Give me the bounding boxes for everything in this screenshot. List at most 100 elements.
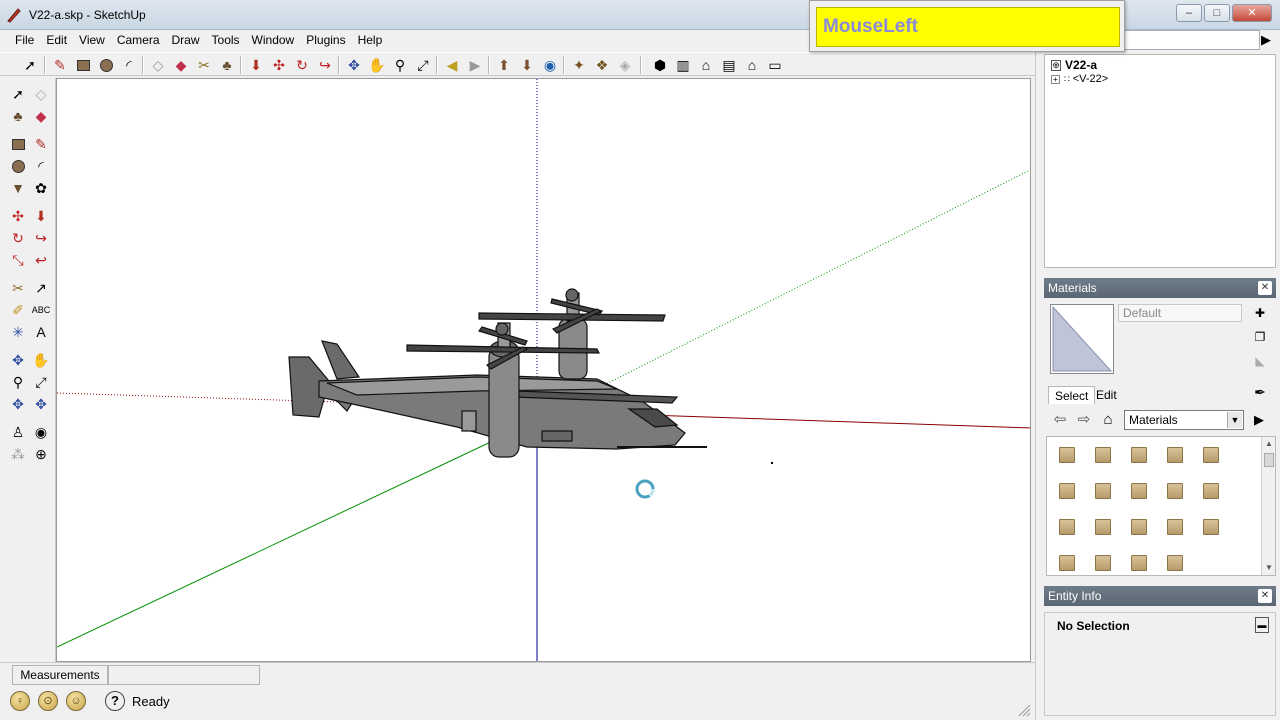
material-swatch[interactable] xyxy=(1087,511,1119,543)
outliner-details-icon[interactable]: ▶ xyxy=(1256,30,1276,50)
building-maker-icon[interactable]: ◈ xyxy=(615,55,635,75)
material-name-field[interactable]: Default xyxy=(1118,304,1242,322)
entity-info-close-icon[interactable]: ✕ xyxy=(1258,589,1272,603)
select-tool-icon[interactable]: ➚ xyxy=(20,55,40,75)
minimize-button[interactable]: – xyxy=(1176,4,1202,22)
google-earth-icon[interactable]: ◉ xyxy=(540,55,560,75)
eraser-tool-icon[interactable]: ◆ xyxy=(171,55,191,75)
material-swatch[interactable] xyxy=(1123,439,1155,471)
pushpull-icon[interactable]: ⬇ xyxy=(31,206,51,226)
measurements-input[interactable] xyxy=(108,665,260,685)
left-view-icon[interactable]: ▭ xyxy=(765,55,785,75)
scroll-up-icon[interactable]: ▲ xyxy=(1262,437,1276,451)
material-swatch[interactable] xyxy=(1195,511,1227,543)
orbit-tool-icon[interactable]: ✥ xyxy=(344,55,364,75)
create-material-icon[interactable]: ✚ xyxy=(1251,304,1269,322)
pan-icon[interactable]: ✋ xyxy=(31,350,51,370)
sample-paint-icon[interactable]: ◣ xyxy=(1251,352,1269,370)
materials-collection-select[interactable]: Materials ▼ xyxy=(1124,410,1244,430)
circle-tool-icon[interactable] xyxy=(96,55,116,75)
model-canvas[interactable] xyxy=(57,79,1031,662)
tape-icon[interactable]: ✂ xyxy=(8,278,28,298)
text-tool-icon[interactable]: ABC xyxy=(31,300,51,320)
material-swatch[interactable] xyxy=(1051,439,1083,471)
menu-file[interactable]: File xyxy=(10,30,39,50)
zoom-extents-left-icon[interactable]: ✥ xyxy=(8,394,28,414)
next-view-icon[interactable]: ▶ xyxy=(465,55,485,75)
material-swatch[interactable] xyxy=(1123,475,1155,507)
scale-icon[interactable]: ⤡ xyxy=(8,250,28,270)
orbit-icon[interactable]: ✥ xyxy=(8,350,28,370)
walk-icon[interactable]: ⁂ xyxy=(8,444,28,464)
menu-camera[interactable]: Camera xyxy=(112,30,165,50)
material-swatch[interactable] xyxy=(1087,547,1119,579)
scroll-thumb[interactable] xyxy=(1264,453,1274,467)
polygon-icon[interactable]: ▼ xyxy=(8,178,28,198)
share-model-icon[interactable]: ⬇ xyxy=(517,55,537,75)
material-swatch[interactable] xyxy=(1051,475,1083,507)
follow-me-icon[interactable]: ↪ xyxy=(315,55,335,75)
outliner-child-item[interactable]: + ∷ <V-22> xyxy=(1051,73,1108,85)
rotate-icon[interactable]: ↻ xyxy=(8,228,28,248)
resize-grip-icon[interactable] xyxy=(1017,703,1031,717)
axes-icon[interactable]: ✳ xyxy=(8,322,28,342)
materials-panel-header[interactable]: Materials ✕ xyxy=(1044,278,1276,298)
entity-info-toggle-icon[interactable]: ▬ xyxy=(1255,617,1269,633)
credits-icon[interactable]: ⊙ xyxy=(38,691,58,711)
push-pull-icon[interactable]: ⬇ xyxy=(246,55,266,75)
right-view-icon[interactable]: ▤ xyxy=(719,55,739,75)
top-view-icon[interactable]: ▥ xyxy=(673,55,693,75)
materials-scrollbar[interactable]: ▲ ▼ xyxy=(1261,437,1275,575)
material-swatch[interactable] xyxy=(1159,511,1191,543)
menu-draw[interactable]: Draw xyxy=(167,30,205,50)
outliner-filter-input[interactable] xyxy=(1124,30,1260,50)
followme-icon[interactable]: ↪ xyxy=(31,228,51,248)
forward-arrow-icon[interactable]: ⇨ xyxy=(1074,410,1094,430)
eyedropper-icon[interactable]: ✒ xyxy=(1250,382,1270,402)
material-swatch[interactable] xyxy=(1123,547,1155,579)
menu-tools[interactable]: Tools xyxy=(207,30,245,50)
rotate-tool-icon[interactable]: ↻ xyxy=(292,55,312,75)
menu-help[interactable]: Help xyxy=(353,30,388,50)
eraser-icon[interactable]: ◆ xyxy=(31,106,51,126)
arc-tool-icon[interactable]: ◜ xyxy=(119,55,139,75)
rectangle-tool-icon[interactable] xyxy=(73,55,93,75)
scroll-down-icon[interactable]: ▼ xyxy=(1262,561,1276,575)
expand-icon[interactable]: + xyxy=(1051,74,1060,84)
tape-measure-icon[interactable]: ✂ xyxy=(194,55,214,75)
paint-bucket-icon[interactable]: ♣ xyxy=(217,55,237,75)
menu-view[interactable]: View xyxy=(74,30,110,50)
material-swatch[interactable] xyxy=(1051,547,1083,579)
move-tool-icon[interactable]: ✣ xyxy=(269,55,289,75)
outliner-root-item[interactable]: ◎ V22-a xyxy=(1051,58,1097,72)
material-swatch[interactable] xyxy=(1123,511,1155,543)
iso-view-icon[interactable]: ⬢ xyxy=(650,55,670,75)
pencil-icon[interactable]: ✎ xyxy=(31,134,51,154)
user-icon[interactable]: ☺ xyxy=(66,691,86,711)
zoom-icon[interactable]: ⚲ xyxy=(8,372,28,392)
paint-icon[interactable]: ♣ xyxy=(8,106,28,126)
photo-texture-icon[interactable]: ✦ xyxy=(569,55,589,75)
select-icon[interactable]: ➚ xyxy=(8,84,28,104)
menu-edit[interactable]: Edit xyxy=(41,30,72,50)
help-icon[interactable]: ? xyxy=(105,691,125,711)
back-arrow-icon[interactable]: ⇦ xyxy=(1050,410,1070,430)
arc-icon[interactable]: ◜ xyxy=(31,156,51,176)
menu-plugins[interactable]: Plugins xyxy=(301,30,350,50)
circle-icon[interactable] xyxy=(8,156,28,176)
material-swatch[interactable] xyxy=(1159,547,1191,579)
tab-edit[interactable]: Edit xyxy=(1090,386,1123,404)
chevron-down-icon[interactable]: ▼ xyxy=(1227,412,1242,428)
previous-left-icon[interactable]: ✥ xyxy=(31,394,51,414)
material-swatch[interactable] xyxy=(1087,439,1119,471)
move-icon[interactable]: ✣ xyxy=(8,206,28,226)
material-swatch[interactable] xyxy=(1195,439,1227,471)
get-models-icon[interactable]: ⬆ xyxy=(494,55,514,75)
offset-icon[interactable]: ↩ xyxy=(31,250,51,270)
previous-view-icon[interactable]: ◀ xyxy=(442,55,462,75)
position-camera-icon[interactable]: ♙ xyxy=(8,422,28,442)
maximize-button[interactable]: □ xyxy=(1204,4,1230,22)
make-component-icon[interactable]: ◇ xyxy=(148,55,168,75)
tab-select[interactable]: Select xyxy=(1048,386,1096,404)
menu-window[interactable]: Window xyxy=(247,30,300,50)
